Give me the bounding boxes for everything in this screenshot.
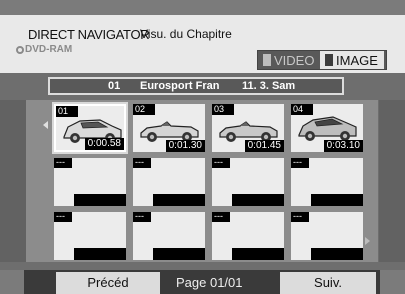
- empty-slot-bar: [232, 248, 284, 260]
- page-subtitle: Visu. du Chapitre: [140, 27, 232, 41]
- next-page-button[interactable]: Suiv.: [280, 272, 376, 294]
- empty-slot[interactable]: ---: [212, 212, 284, 260]
- mode-switch: VIDEO IMAGE: [257, 50, 387, 70]
- right-side-panel: [379, 100, 405, 262]
- scroll-left-arrow-icon[interactable]: [43, 121, 48, 129]
- car-convertible-icon: [140, 121, 199, 142]
- empty-slot-bar: [74, 248, 126, 260]
- media-indicator: DVD-RAM: [16, 44, 72, 55]
- chapter-thumbnail-04[interactable]: 04 0:03.10: [291, 104, 363, 152]
- page-title: DIRECT NAVIGATOR: [28, 27, 150, 42]
- empty-slot-bar: [153, 194, 205, 206]
- chapter-number: 04: [291, 104, 313, 115]
- empty-slot-label: ---: [291, 212, 309, 222]
- empty-slot[interactable]: ---: [291, 158, 363, 206]
- chapter-number: 03: [212, 104, 234, 115]
- scroll-right-arrow-icon[interactable]: [365, 237, 370, 245]
- chapter-number: 01: [56, 106, 78, 117]
- empty-slot[interactable]: ---: [54, 212, 126, 260]
- empty-slot-label: ---: [212, 158, 230, 168]
- chapter-time: 0:03.10: [323, 140, 363, 152]
- empty-slot-bar: [311, 194, 363, 206]
- car-hatchback-icon: [298, 116, 357, 141]
- empty-slot-bar: [153, 248, 205, 260]
- previous-page-button[interactable]: Précéd: [56, 272, 160, 294]
- empty-slot-label: ---: [212, 212, 230, 222]
- program-number: 01: [108, 80, 121, 92]
- empty-slot[interactable]: ---: [212, 158, 284, 206]
- page-indicator: Page 01/01: [176, 275, 243, 290]
- top-bar: [0, 0, 405, 15]
- chapter-time: 0:00.58: [84, 138, 124, 150]
- mode-image-label: IMAGE: [336, 52, 378, 68]
- empty-slot[interactable]: ---: [291, 212, 363, 260]
- empty-slot-bar: [74, 194, 126, 206]
- chapter-thumbnail-03[interactable]: 03 0:01.45: [212, 104, 284, 152]
- mode-video-label: VIDEO: [274, 52, 315, 68]
- mode-video-tab[interactable]: VIDEO: [258, 51, 320, 69]
- video-square-icon: [263, 54, 271, 66]
- empty-slot-label: ---: [291, 158, 309, 168]
- media-label: DVD-RAM: [25, 44, 73, 55]
- empty-slot[interactable]: ---: [54, 158, 126, 206]
- empty-slot-bar: [311, 248, 363, 260]
- car-convertible-icon: [219, 121, 278, 142]
- direct-navigator-screen: DIRECT NAVIGATOR Visu. du Chapitre DVD-R…: [0, 0, 405, 294]
- program-date: 11. 3. Sam: [242, 80, 296, 92]
- empty-slot-label: ---: [133, 212, 151, 222]
- chapter-thumbnail-01[interactable]: 01 0:00.58: [52, 102, 128, 154]
- mode-image-tab[interactable]: IMAGE: [320, 51, 384, 69]
- disc-icon: [16, 45, 24, 54]
- chapter-thumbnail-02[interactable]: 02 0:01.30: [133, 104, 205, 152]
- program-channel: Eurosport Fran: [140, 80, 220, 92]
- chapter-time: 0:01.45: [244, 140, 284, 152]
- empty-slot[interactable]: ---: [133, 158, 205, 206]
- empty-slot-label: ---: [133, 158, 151, 168]
- empty-slot-bar: [232, 194, 284, 206]
- chapter-number: 02: [133, 104, 155, 115]
- empty-slot-label: ---: [54, 212, 72, 222]
- empty-slot-label: ---: [54, 158, 72, 168]
- chapter-time: 0:01.30: [165, 140, 205, 152]
- program-info-bar: 01 Eurosport Fran 11. 3. Sam: [48, 77, 344, 95]
- empty-slot[interactable]: ---: [133, 212, 205, 260]
- image-square-icon: [325, 54, 333, 66]
- left-side-panel: [0, 100, 26, 262]
